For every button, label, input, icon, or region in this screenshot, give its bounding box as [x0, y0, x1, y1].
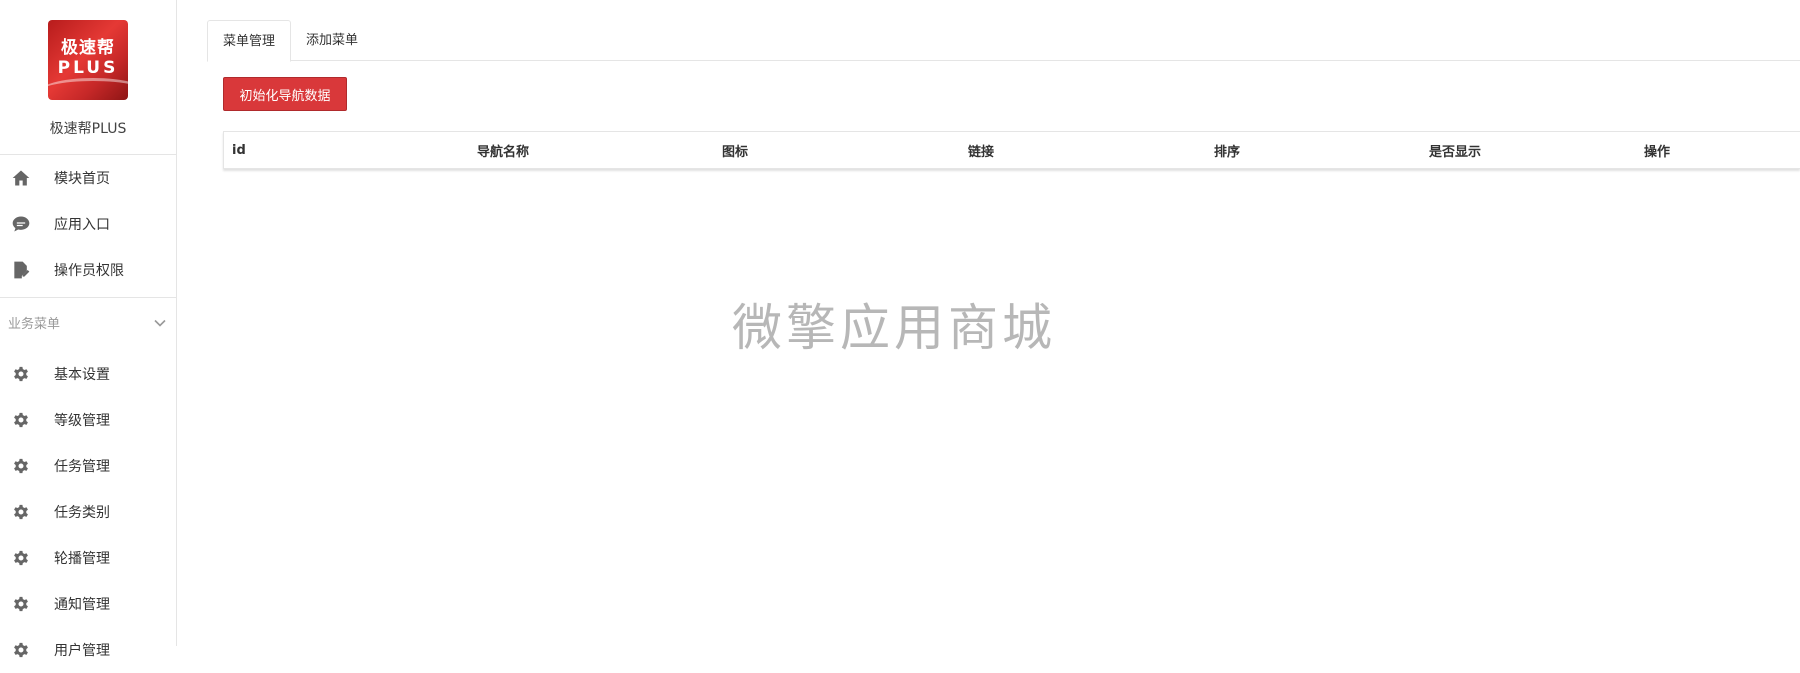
- sidebar-item-notice-management[interactable]: 通知管理: [0, 581, 176, 627]
- business-menu-group-header[interactable]: 业务菜单: [0, 297, 176, 347]
- watermark-text: 微擎应用商城: [732, 299, 1056, 357]
- tab-add-menu[interactable]: 添加菜单: [291, 20, 373, 61]
- sidebar-item-operator-permissions[interactable]: 操作员权限: [0, 247, 176, 293]
- gear-icon: [10, 639, 32, 661]
- init-nav-data-button[interactable]: 初始化导航数据: [223, 77, 347, 111]
- main-content: 菜单管理 添加菜单 初始化导航数据 id 导航名称 图标 链接 排序 是否显示 …: [177, 0, 1800, 646]
- sidebar-item-task-management[interactable]: 任务管理: [0, 443, 176, 489]
- menu-table: id 导航名称 图标 链接 排序 是否显示 操作: [223, 131, 1800, 169]
- home-icon: [10, 167, 32, 189]
- sidebar-item-label: 等级管理: [54, 413, 110, 429]
- logo-text-line2: PLUS: [57, 58, 119, 78]
- gear-icon: [10, 409, 32, 431]
- sidebar-item-label: 用户管理: [54, 643, 110, 659]
- table-header-row: id 导航名称 图标 链接 排序 是否显示 操作: [224, 132, 1800, 168]
- sidebar-item-label: 模块首页: [54, 171, 110, 187]
- sidebar: 极速帮 PLUS 极速帮PLUS 模块首页 应用入口 操作员权限 业务菜单 基本…: [0, 0, 177, 659]
- sidebar-item-level-management[interactable]: 等级管理: [0, 397, 176, 443]
- gear-icon: [10, 455, 32, 477]
- col-header-icon: 图标: [722, 144, 749, 160]
- chat-icon: [10, 213, 32, 235]
- business-menu-items: 基本设置 等级管理 任务管理 任务类别 轮播管理 通知管理 用户管理: [0, 347, 176, 673]
- gear-icon: [10, 363, 32, 385]
- logo-swoosh: [48, 78, 128, 100]
- gear-icon: [10, 501, 32, 523]
- sidebar-item-label: 应用入口: [54, 217, 110, 233]
- app-logo[interactable]: 极速帮 PLUS: [48, 20, 128, 100]
- sidebar-item-label: 任务类别: [54, 505, 110, 521]
- gear-icon: [10, 547, 32, 569]
- sidebar-top-menu: 模块首页 应用入口 操作员权限: [0, 155, 176, 293]
- group-title: 业务菜单: [8, 317, 61, 332]
- sidebar-item-app-entry[interactable]: 应用入口: [0, 201, 176, 247]
- col-header-id: id: [232, 142, 246, 158]
- sidebar-item-label: 操作员权限: [54, 263, 124, 279]
- tab-menu-management[interactable]: 菜单管理: [207, 20, 292, 62]
- col-header-sort: 排序: [1214, 144, 1241, 160]
- sidebar-item-basic-settings[interactable]: 基本设置: [0, 351, 176, 397]
- chevron-down-icon: [154, 319, 166, 327]
- app-name: 极速帮PLUS: [49, 121, 127, 137]
- sidebar-item-task-category[interactable]: 任务类别: [0, 489, 176, 535]
- sidebar-item-user-management[interactable]: 用户管理: [0, 627, 176, 673]
- col-header-visible: 是否显示: [1429, 144, 1482, 160]
- sidebar-item-label: 基本设置: [54, 367, 110, 383]
- col-header-link: 链接: [968, 144, 995, 160]
- logo-text-line1: 极速帮: [61, 38, 115, 58]
- logo-area: 极速帮 PLUS 极速帮PLUS: [0, 0, 176, 138]
- sidebar-item-module-home[interactable]: 模块首页: [0, 155, 176, 201]
- col-header-nav-name: 导航名称: [477, 144, 530, 160]
- sidebar-item-carousel-management[interactable]: 轮播管理: [0, 535, 176, 581]
- sidebar-item-label: 轮播管理: [54, 551, 110, 567]
- document-edit-icon: [10, 259, 32, 281]
- tab-bar: 菜单管理 添加菜单: [207, 20, 1800, 62]
- col-header-actions: 操作: [1644, 144, 1671, 160]
- gear-icon: [10, 593, 32, 615]
- sidebar-item-label: 任务管理: [54, 459, 110, 475]
- sidebar-item-label: 通知管理: [54, 597, 110, 613]
